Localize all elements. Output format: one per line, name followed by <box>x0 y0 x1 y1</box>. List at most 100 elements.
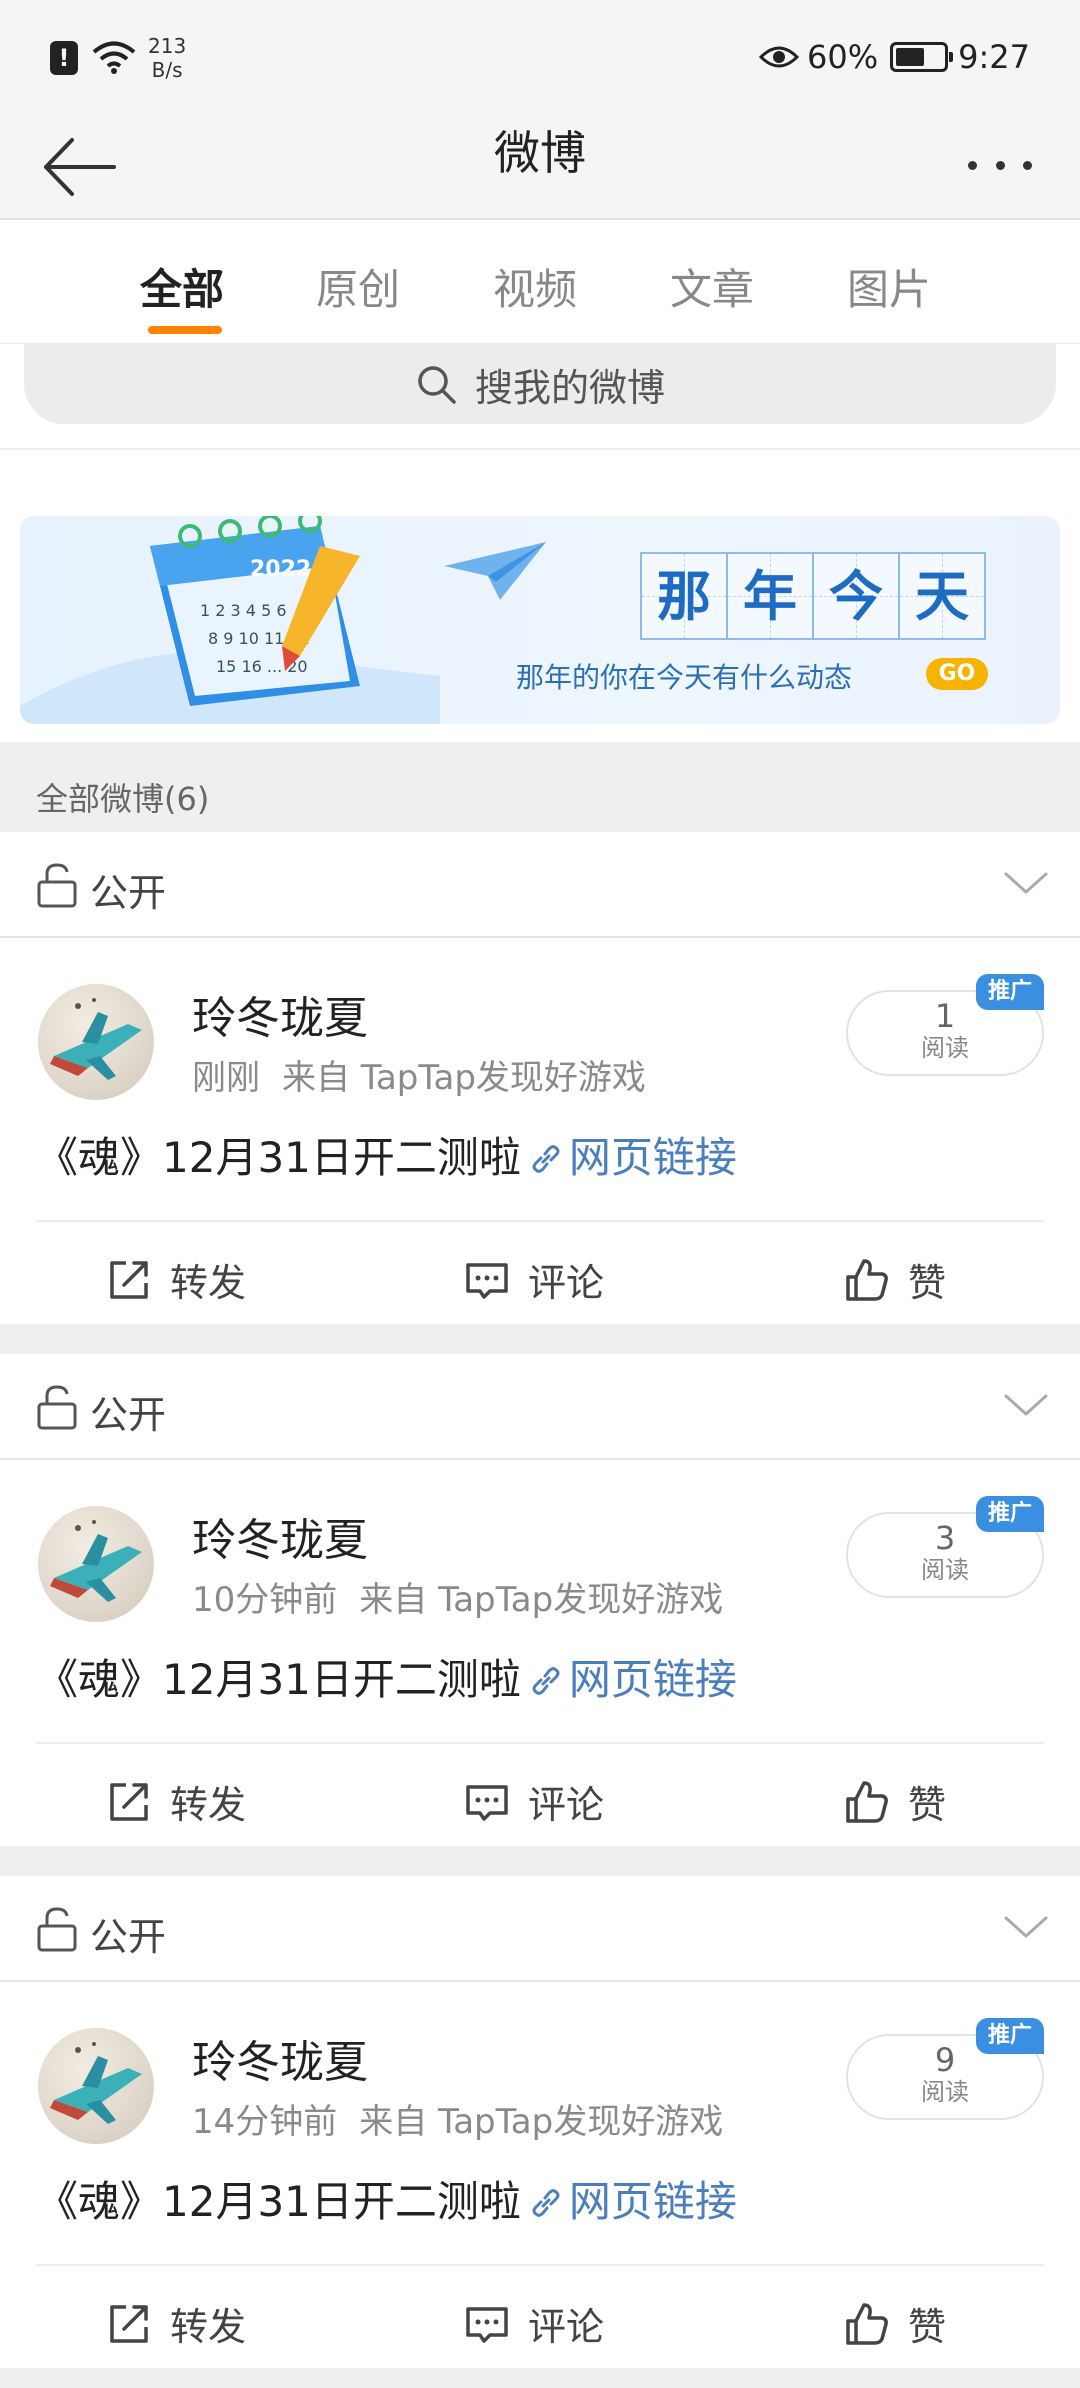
read-label: 阅读 <box>921 1034 969 1062</box>
unlock-icon <box>37 1385 77 1430</box>
chevron-down-icon[interactable] <box>1002 1912 1050 1942</box>
web-link[interactable]: 网页链接 <box>569 2177 737 2226</box>
post-time: 刚刚 <box>192 1058 260 1098</box>
header-bar: 微博 <box>0 118 1080 220</box>
privacy-row[interactable]: 公开 <box>0 832 1080 938</box>
tab-image[interactable]: 图片 <box>847 256 931 317</box>
avatar[interactable] <box>38 1506 154 1622</box>
repost-label: 转发 <box>170 1783 247 1827</box>
post-count-bar: 全部微博(6) <box>0 742 1080 832</box>
link-icon <box>532 1667 560 1695</box>
privacy-row[interactable]: 公开 <box>0 1354 1080 1460</box>
airplane-avatar-icon <box>50 998 142 1080</box>
repost-label: 转发 <box>170 2305 247 2349</box>
tab-original[interactable]: 原创 <box>316 256 400 317</box>
net-speed-unit: B/s <box>151 58 183 82</box>
comment-button[interactable]: 评论 <box>464 1252 604 1307</box>
airplane-avatar-icon <box>50 2042 142 2124</box>
comment-label: 评论 <box>528 1783 605 1827</box>
promote-badge[interactable]: 推广 <box>976 2018 1044 2054</box>
avatar[interactable] <box>38 2028 154 2144</box>
post-source[interactable]: 来自 TapTap发现好游戏 <box>282 1058 646 1098</box>
chevron-down-icon[interactable] <box>1002 1390 1050 1420</box>
repost-icon <box>110 2304 148 2343</box>
on-this-day-banner[interactable]: 2022 1 2 3 4 5 6 8 9 10 11 12 15 16 ... … <box>20 516 1060 724</box>
web-link[interactable]: 网页链接 <box>569 1655 737 1704</box>
post-source[interactable]: 来自 TapTap发现好游戏 <box>359 1580 723 1620</box>
link-icon <box>532 1145 560 1173</box>
tab-all[interactable]: 全部 <box>140 256 224 317</box>
airplane-avatar-icon <box>50 1520 142 1602</box>
paper-plane-icon <box>444 542 546 600</box>
post-body: 《魂》12月31日开二测啦 <box>36 1133 521 1182</box>
weibo-post[interactable]: 公开 玲冬珑夏 10分钟前 来自 TapTap发现好游戏 3 阅读 推广 《魂》1… <box>0 1354 1080 1846</box>
author-name[interactable]: 玲冬珑夏 <box>192 2026 368 2090</box>
promote-badge[interactable]: 推广 <box>976 1496 1044 1532</box>
post-meta: 14分钟前 来自 TapTap发现好游戏 <box>192 2094 723 2143</box>
privacy-row[interactable]: 公开 <box>0 1876 1080 1982</box>
unlock-icon <box>37 1907 77 1952</box>
post-gap <box>0 2368 1080 2388</box>
post-gap <box>0 1846 1080 1876</box>
read-label: 阅读 <box>921 1556 969 1584</box>
privacy-label: 公开 <box>90 1393 167 1437</box>
author-name[interactable]: 玲冬珑夏 <box>192 982 368 1046</box>
comment-label: 评论 <box>528 2305 605 2349</box>
repost-button[interactable]: 转发 <box>106 1252 246 1307</box>
weibo-post[interactable]: 公开 玲冬珑夏 14分钟前 来自 TapTap发现好游戏 9 阅读 推广 《魂》1… <box>0 1876 1080 2368</box>
dot <box>968 160 977 170</box>
unlock-icon <box>37 863 77 908</box>
more-options-icon[interactable] <box>960 140 1040 190</box>
eye-comfort-icon <box>759 46 800 68</box>
comment-icon <box>466 2306 508 2343</box>
read-label: 阅读 <box>921 2078 969 2106</box>
search-input[interactable]: 搜我的微博 <box>24 344 1056 424</box>
post-gap <box>0 1324 1080 1354</box>
post-time: 10分钟前 <box>192 1580 338 1620</box>
filter-tabs: 全部 原创 视频 文章 图片 <box>0 220 1080 344</box>
battery-fill <box>896 48 925 66</box>
banner-title-char: 那 <box>640 552 728 640</box>
banner-title-char: 年 <box>726 552 814 640</box>
banner-subtitle: 那年的你在今天有什么动态 <box>516 661 853 694</box>
post-text: 《魂》12月31日开二测啦 网页链接 <box>36 2168 737 2229</box>
post-actions: 转发 评论 赞 <box>0 2266 1080 2368</box>
search-placeholder: 搜我的微博 <box>474 365 665 410</box>
post-time: 14分钟前 <box>192 2102 338 2142</box>
like-button[interactable]: 赞 <box>844 1252 946 1307</box>
repost-button[interactable]: 转发 <box>106 2296 246 2351</box>
repost-label: 转发 <box>170 1261 247 1305</box>
privacy-label: 公开 <box>90 871 167 915</box>
go-button[interactable]: GO <box>926 658 988 690</box>
active-tab-indicator <box>148 326 222 334</box>
web-link[interactable]: 网页链接 <box>569 1133 737 1182</box>
repost-button[interactable]: 转发 <box>106 1774 246 1829</box>
comment-label: 评论 <box>528 1261 605 1305</box>
avatar[interactable] <box>38 984 154 1100</box>
like-button[interactable]: 赞 <box>844 2296 946 2351</box>
calendar-illustration-icon: 2022 1 2 3 4 5 6 8 9 10 11 12 15 16 ... … <box>20 516 440 724</box>
repost-icon <box>110 1782 148 1821</box>
thumbs-up-icon <box>846 1258 888 1301</box>
post-meta: 刚刚 来自 TapTap发现好游戏 <box>192 1050 646 1099</box>
banner-section: 2022 1 2 3 4 5 6 8 9 10 11 12 15 16 ... … <box>0 450 1080 742</box>
like-label: 赞 <box>908 1783 947 1827</box>
like-button[interactable]: 赞 <box>844 1774 946 1829</box>
dot <box>1023 160 1032 170</box>
post-actions: 转发 评论 赞 <box>0 1744 1080 1846</box>
tab-article[interactable]: 文章 <box>670 256 754 317</box>
comment-button[interactable]: 评论 <box>464 2296 604 2351</box>
author-name[interactable]: 玲冬珑夏 <box>192 1504 368 1568</box>
post-source[interactable]: 来自 TapTap发现好游戏 <box>359 2102 723 2142</box>
dot <box>995 160 1005 170</box>
status-right: 60% 9:27 <box>759 38 1030 76</box>
comment-button[interactable]: 评论 <box>464 1774 604 1829</box>
banner-title: 那 年 今 天 <box>640 552 986 640</box>
promote-badge[interactable]: 推广 <box>976 974 1044 1010</box>
tab-video[interactable]: 视频 <box>493 256 577 317</box>
like-label: 赞 <box>908 1261 947 1305</box>
link-icon <box>532 2189 560 2217</box>
chevron-down-icon[interactable] <box>1002 868 1050 898</box>
net-speed: 213 B/s <box>148 34 186 82</box>
weibo-post[interactable]: 公开 玲冬珑夏 刚刚 来自 TapTap发现好游戏 1 阅读 推广 《魂》12月3… <box>0 832 1080 1324</box>
